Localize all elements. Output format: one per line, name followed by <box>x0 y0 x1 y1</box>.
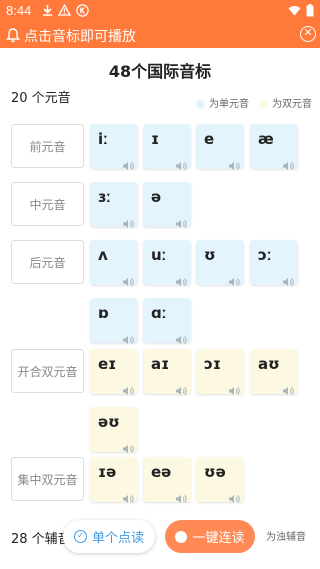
speaker-icon <box>175 214 187 228</box>
download-icon <box>40 3 54 17</box>
speaker-icon <box>122 272 134 286</box>
check-circle-icon: ✓ <box>73 530 87 543</box>
speaker-icon <box>282 156 294 170</box>
banner-text: 点击音标即可播放 <box>24 29 136 45</box>
phoneme-card[interactable]: əʊ <box>90 407 138 453</box>
speaker-icon <box>175 272 187 286</box>
row-label-central-vowels: 中元音 <box>11 182 84 226</box>
row-label-front-vowels: 前元音 <box>11 124 84 168</box>
speaker-icon <box>175 381 187 395</box>
phoneme-card[interactable]: ɔː <box>250 240 298 286</box>
speaker-icon <box>228 156 240 170</box>
legend: 为单元音 为双元音 <box>196 95 312 110</box>
phoneme-card[interactable]: iː <box>90 124 138 170</box>
voiced-consonant-legend: 为浊辅音 <box>266 532 306 543</box>
status-time: 8:44 <box>6 3 32 18</box>
phoneme-symbol: eə <box>151 463 172 481</box>
phoneme-symbol: ɪə <box>98 463 117 481</box>
speaker-icon <box>282 272 294 286</box>
speaker-icon <box>228 489 240 503</box>
close-icon[interactable]: ✕ <box>300 26 316 42</box>
wifi-icon <box>288 5 301 19</box>
phoneme-symbol: ʊ <box>204 246 216 264</box>
legend-diph-label: 为双元音 <box>272 99 312 110</box>
legend-mono-swatch <box>196 99 205 109</box>
status-bar: 8:44 <box>0 0 320 22</box>
legend-diph: 为双元音 <box>259 95 312 110</box>
phoneme-card[interactable]: aɪ <box>143 349 191 395</box>
phoneme-card[interactable]: eə <box>143 457 191 503</box>
phoneme-symbol: æ <box>258 130 274 148</box>
legend-mono: 为单元音 <box>196 95 249 110</box>
phoneme-card[interactable]: ɪə <box>90 457 138 503</box>
phoneme-card[interactable]: ɜː <box>90 182 138 228</box>
phoneme-symbol: ɒ <box>98 304 109 322</box>
speaker-icon <box>122 439 134 453</box>
play-tip-banner: 点击音标即可播放 ✕ <box>0 22 320 48</box>
phoneme-symbol: ɑː <box>151 304 167 322</box>
phoneme-symbol: ɪ <box>151 130 160 148</box>
consonant-section-label: 28 个辅音 <box>11 532 71 547</box>
record-dot-icon <box>175 530 188 543</box>
phoneme-card[interactable]: ʊə <box>196 457 244 503</box>
phoneme-card[interactable]: eɪ <box>90 349 138 395</box>
legend-diph-swatch <box>259 99 268 109</box>
phoneme-symbol: ɜː <box>98 188 112 206</box>
phoneme-card[interactable]: ʌ <box>90 240 138 286</box>
phoneme-symbol: əʊ <box>98 413 120 431</box>
speaker-icon <box>175 489 187 503</box>
continuous-read-button[interactable]: 一键连读 <box>165 520 255 553</box>
speaker-icon <box>122 489 134 503</box>
speaker-icon <box>122 330 134 344</box>
phoneme-symbol: uː <box>151 246 167 264</box>
speaker-icon <box>228 272 240 286</box>
speaker-icon <box>122 214 134 228</box>
speaker-icon <box>122 381 134 395</box>
phoneme-card[interactable]: æ <box>250 124 298 170</box>
row-label-closing-diphthongs: 开合双元音 <box>11 349 84 393</box>
continuous-read-label: 一键连读 <box>192 531 245 546</box>
single-read-button[interactable]: ✓ 单个点读 <box>63 520 155 553</box>
legend-mono-label: 为单元音 <box>209 99 249 110</box>
phoneme-card[interactable]: ɒ <box>90 298 138 344</box>
battery-icon <box>306 4 314 20</box>
phoneme-symbol: ə <box>151 188 162 206</box>
phoneme-symbol: ɔɪ <box>204 355 222 373</box>
phoneme-symbol: aɪ <box>151 355 170 373</box>
phoneme-card[interactable]: ʊ <box>196 240 244 286</box>
row-label-back-vowels: 后元音 <box>11 240 84 284</box>
single-read-label: 单个点读 <box>91 531 144 546</box>
phoneme-symbol: e <box>204 130 215 148</box>
phoneme-symbol: ɔː <box>258 246 272 264</box>
k-badge-icon <box>75 3 89 17</box>
phoneme-card[interactable]: ɑː <box>143 298 191 344</box>
speaker-icon <box>175 330 187 344</box>
vowel-section-label: 20 个元音 <box>11 91 71 106</box>
phoneme-card[interactable]: uː <box>143 240 191 286</box>
warning-icon <box>57 3 71 17</box>
speaker-icon <box>122 156 134 170</box>
speaker-icon <box>228 381 240 395</box>
page-title: 48个国际音标 <box>108 62 212 81</box>
phoneme-card[interactable]: ə <box>143 182 191 228</box>
phoneme-symbol: ʌ <box>98 246 108 264</box>
phoneme-symbol: aʊ <box>258 355 280 373</box>
row-label-centering-diphthongs: 集中双元音 <box>11 457 84 501</box>
speaker-icon <box>175 156 187 170</box>
phoneme-symbol: iː <box>98 130 109 148</box>
phoneme-symbol: eɪ <box>98 355 117 373</box>
phoneme-card[interactable]: ɪ <box>143 124 191 170</box>
phoneme-card[interactable]: ɔɪ <box>196 349 244 395</box>
phoneme-card[interactable]: e <box>196 124 244 170</box>
phoneme-symbol: ʊə <box>204 463 226 481</box>
bell-icon <box>5 27 21 43</box>
speaker-icon <box>282 381 294 395</box>
phoneme-card[interactable]: aʊ <box>250 349 298 395</box>
